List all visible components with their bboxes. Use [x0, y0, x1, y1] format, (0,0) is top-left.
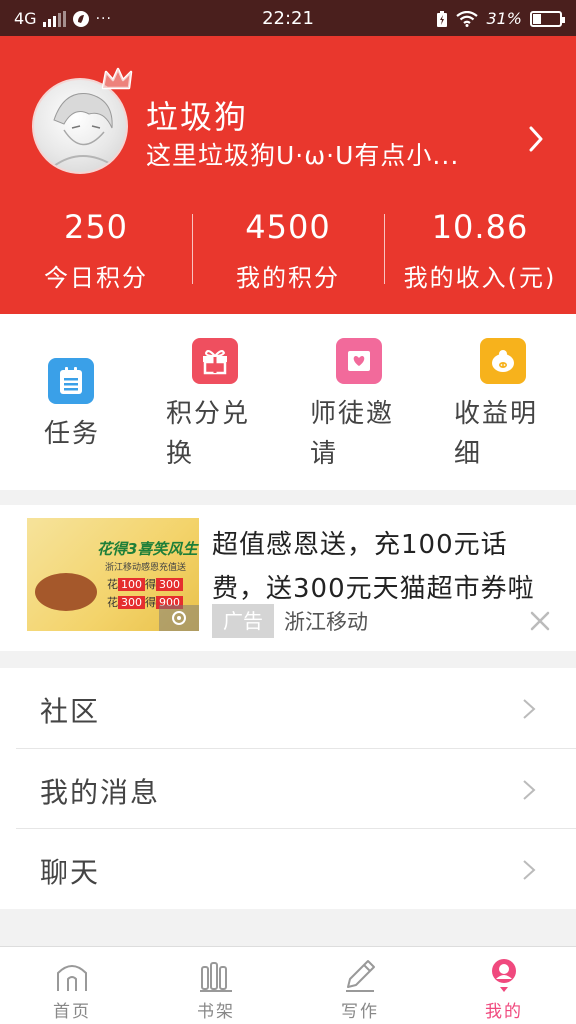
username: 垃圾狗 — [146, 98, 249, 136]
crown-icon — [101, 67, 133, 90]
quick-action-mentor-invite[interactable]: 师徒邀请 — [310, 338, 466, 474]
avatar[interactable] — [32, 78, 128, 174]
stat-today-points[interactable]: 250 今日积分 — [0, 206, 192, 292]
profile-header[interactable]: 垃圾狗 这里垃圾狗U·ω·U有点小... 250 今日积分 4500 我的积分 … — [0, 36, 576, 314]
menu-item-my-messages[interactable]: 我的消息 — [0, 749, 576, 829]
user-bio: 这里垃圾狗U·ω·U有点小... — [146, 141, 460, 170]
ad-food-plate — [35, 573, 97, 611]
avatar-illustration-icon — [53, 93, 115, 167]
ad-tag: 广告 — [212, 604, 274, 638]
pencil-icon — [346, 960, 375, 992]
nav-label: 我的 — [485, 1002, 523, 1022]
nav-write[interactable]: 写作 — [288, 947, 432, 1024]
gift-icon — [192, 338, 238, 384]
status-right: 31% — [436, 9, 565, 28]
stat-label: 我的积分 — [236, 264, 340, 292]
stat-value: 4500 — [245, 208, 331, 246]
chevron-right-icon — [523, 780, 536, 800]
stat-value: 250 — [63, 208, 129, 246]
quick-action-label: 收益明细 — [454, 399, 539, 469]
stat-label: 今日积分 — [44, 264, 148, 292]
ad-row-value: 300 — [118, 596, 145, 609]
stat-my-income[interactable]: 10.86 我的收入(元) — [384, 206, 576, 292]
quick-action-earnings-detail[interactable]: 收益明细 — [454, 338, 576, 474]
close-icon[interactable] — [528, 609, 552, 633]
menu-item-label: 社区 — [40, 695, 101, 728]
ad-image-title: 花得3喜笑风生 — [97, 540, 198, 558]
menu-item-label: 聊天 — [40, 856, 101, 889]
battery-saver-icon — [437, 10, 448, 27]
quick-actions: 任务 积分兑换 师徒邀请 收益明细 — [0, 314, 576, 490]
menu-list: 社区 我的消息 聊天 — [0, 668, 576, 909]
nav-label: 首页 — [53, 1002, 91, 1022]
wifi-icon — [456, 10, 479, 27]
ad-row-value: 300 — [156, 578, 183, 591]
quick-action-label: 师徒邀请 — [310, 399, 395, 469]
stats-row: 250 今日积分 4500 我的积分 10.86 我的收入(元) — [0, 206, 576, 292]
ad-badge — [159, 605, 199, 631]
quick-action-label: 任务 — [44, 419, 101, 449]
ad-row-value: 100 — [118, 578, 145, 591]
stat-label: 我的收入(元) — [403, 264, 557, 292]
status-bar: 4G ··· 22:21 31% — [0, 0, 576, 36]
chevron-right-icon — [523, 860, 536, 880]
ad-row-text: 花 — [107, 578, 118, 591]
battery-percent: 31% — [486, 9, 522, 28]
ad-row-text: 得 — [145, 578, 156, 591]
bookshelf-icon — [200, 962, 232, 992]
menu-item-community[interactable]: 社区 — [0, 668, 576, 748]
nav-label: 书架 — [197, 1002, 235, 1022]
menu-item-label: 我的消息 — [40, 776, 161, 809]
ad-image-subtitle: 浙江移动感恩充值送 — [105, 563, 187, 573]
quick-action-task[interactable]: 任务 — [44, 358, 178, 454]
quick-action-label: 积分兑换 — [166, 399, 251, 469]
menu-item-chat[interactable]: 聊天 — [0, 829, 576, 909]
nav-bookshelf[interactable]: 书架 — [144, 947, 288, 1024]
nav-home[interactable]: 首页 — [0, 947, 144, 1024]
ad-banner[interactable]: 花得3喜笑风生 浙江移动感恩充值送 花 100 得 300 花 300 得 900 超值感恩… — [0, 505, 576, 651]
nav-label: 写作 — [341, 1002, 379, 1022]
ad-row-text: 花 — [107, 596, 118, 609]
chevron-right-icon[interactable] — [526, 124, 546, 154]
ad-row-text: 得 — [145, 596, 156, 609]
piggy-icon — [480, 338, 526, 384]
stat-value: 10.86 — [431, 208, 529, 246]
stat-my-points[interactable]: 4500 我的积分 — [192, 206, 384, 292]
ad-title[interactable]: 超值感恩送，充100元话费，送300元天猫超市券啦 — [212, 523, 552, 611]
battery-icon — [530, 10, 565, 27]
ad-image[interactable]: 花得3喜笑风生 浙江移动感恩充值送 花 100 得 300 花 300 得 900 — [27, 518, 199, 631]
ad-image-row: 花 100 得 300 — [107, 576, 183, 592]
task-list-icon — [48, 358, 94, 404]
heart-envelope-icon — [336, 338, 382, 384]
bottom-nav: 首页 书架 写作 我的 — [0, 946, 576, 1024]
home-icon — [57, 965, 87, 991]
ad-settings-icon — [172, 611, 186, 625]
chevron-right-icon — [523, 699, 536, 719]
quick-action-points-exchange[interactable]: 积分兑换 — [166, 338, 322, 474]
profile-icon — [492, 959, 516, 992]
nav-mine[interactable]: 我的 — [432, 947, 576, 1024]
ad-source: 浙江移动 — [284, 610, 368, 634]
